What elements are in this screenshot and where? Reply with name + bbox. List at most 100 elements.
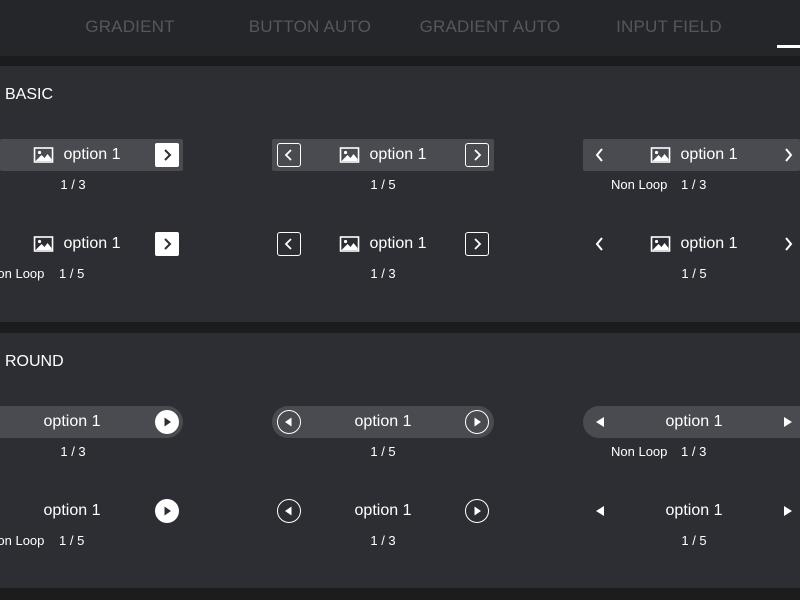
next-button[interactable]	[155, 410, 179, 434]
top-tab-bar: GRADIENT BUTTON AUTO GRADIENT AUTO INPUT…	[0, 0, 800, 56]
triangle-right-icon	[164, 506, 171, 516]
next-button[interactable]	[155, 143, 179, 167]
option-display: option 1	[355, 495, 412, 527]
chevron-right-icon	[164, 149, 172, 161]
image-icon	[33, 147, 54, 163]
chevron-left-icon	[284, 149, 292, 161]
counter: 1 / 3	[60, 177, 86, 192]
section-title-round: ROUND	[5, 353, 64, 370]
selector-basic-r2c3: option 1	[583, 228, 800, 260]
section-title-basic: BASIC	[5, 86, 54, 103]
active-tab-indicator	[777, 45, 800, 48]
triangle-left-icon	[596, 506, 604, 516]
option-display: option 1	[650, 228, 738, 260]
loop-mode-label: Non Loop	[0, 533, 45, 548]
prev-button[interactable]	[588, 143, 612, 167]
prev-button[interactable]	[277, 410, 301, 434]
chevron-right-icon	[474, 238, 482, 250]
option-label: option 1	[63, 235, 121, 252]
selector-basic-r1c2: option 1	[272, 139, 494, 171]
counter: 1 / 5	[681, 533, 707, 548]
round-panel: ROUND option 1 1 / 3 option 1 1 / 5 opti…	[0, 333, 800, 588]
prev-button[interactable]	[277, 499, 301, 523]
triangle-right-icon	[474, 506, 481, 516]
option-display: option 1	[33, 228, 121, 260]
option-display: option 1	[666, 495, 723, 527]
counter: 1 / 3	[370, 266, 396, 281]
counter: 1 / 3	[681, 444, 707, 459]
next-button[interactable]	[776, 143, 800, 167]
triangle-left-icon	[285, 506, 292, 516]
prev-button[interactable]	[588, 232, 612, 256]
prev-button[interactable]	[588, 410, 612, 434]
counter: 1 / 5	[681, 266, 707, 281]
tab-gradient-auto[interactable]: GRADIENT AUTO	[390, 17, 590, 39]
image-icon	[339, 147, 360, 163]
next-button[interactable]	[155, 499, 179, 523]
tab-input-field[interactable]: INPUT FIELD	[569, 17, 769, 39]
triangle-left-icon	[596, 417, 604, 427]
counter: 1 / 3	[60, 444, 86, 459]
option-display: option 1	[666, 406, 723, 438]
selector-basic-r1c1: option 1	[0, 139, 183, 171]
option-label: option 1	[680, 146, 738, 163]
selector-basic-r2c1: option 1	[0, 228, 183, 260]
option-label: option 1	[43, 502, 101, 519]
loop-mode-label: Non Loop	[0, 266, 45, 281]
counter: 1 / 5	[59, 533, 85, 548]
chevron-left-icon	[284, 238, 292, 250]
counter: 1 / 5	[370, 177, 396, 192]
option-display: option 1	[650, 139, 738, 171]
tab-gradient[interactable]: GRADIENT	[30, 17, 230, 39]
selector-basic-r2c2: option 1	[272, 228, 494, 260]
option-label: option 1	[354, 413, 412, 430]
chevron-right-icon	[785, 237, 793, 251]
option-label: option 1	[665, 413, 723, 430]
triangle-left-icon	[285, 417, 292, 427]
next-button[interactable]	[155, 232, 179, 256]
triangle-right-icon	[784, 417, 792, 427]
image-icon	[339, 236, 360, 252]
image-icon	[33, 236, 54, 252]
next-button[interactable]	[465, 410, 489, 434]
next-button[interactable]	[776, 499, 800, 523]
prev-button[interactable]	[277, 143, 301, 167]
selector-round-r1c3: option 1	[583, 406, 800, 438]
loop-mode-label: Non Loop	[611, 177, 668, 192]
counter: 1 / 3	[370, 533, 396, 548]
next-button[interactable]	[465, 232, 489, 256]
option-display: option 1	[33, 139, 121, 171]
prev-button[interactable]	[277, 232, 301, 256]
counter: 1 / 3	[681, 177, 707, 192]
chevron-left-icon	[595, 148, 603, 162]
option-label: option 1	[354, 502, 412, 519]
selector-round-r2c2: option 1	[272, 495, 494, 527]
basic-panel: BASIC option 1 1 / 3 option 1 1 / 5 opti…	[0, 66, 800, 322]
option-display: option 1	[44, 406, 101, 438]
triangle-right-icon	[474, 417, 481, 427]
next-button[interactable]	[776, 232, 800, 256]
next-button[interactable]	[776, 410, 800, 434]
option-label: option 1	[680, 235, 738, 252]
option-label: option 1	[369, 235, 427, 252]
chevron-left-icon	[595, 237, 603, 251]
image-icon	[650, 236, 671, 252]
selector-round-r1c2: option 1	[272, 406, 494, 438]
triangle-right-icon	[784, 506, 792, 516]
tab-button-auto[interactable]: BUTTON AUTO	[210, 17, 410, 39]
option-display: option 1	[44, 495, 101, 527]
selector-round-r2c3: option 1	[583, 495, 800, 527]
option-label: option 1	[63, 146, 121, 163]
next-button[interactable]	[465, 499, 489, 523]
counter: 1 / 5	[370, 444, 396, 459]
chevron-right-icon	[164, 238, 172, 250]
chevron-right-icon	[785, 148, 793, 162]
option-display: option 1	[355, 406, 412, 438]
next-button[interactable]	[465, 143, 489, 167]
image-icon	[650, 147, 671, 163]
option-label: option 1	[665, 502, 723, 519]
counter: 1 / 5	[59, 266, 85, 281]
prev-button[interactable]	[588, 499, 612, 523]
selector-round-r2c1: option 1	[0, 495, 183, 527]
option-display: option 1	[339, 228, 427, 260]
